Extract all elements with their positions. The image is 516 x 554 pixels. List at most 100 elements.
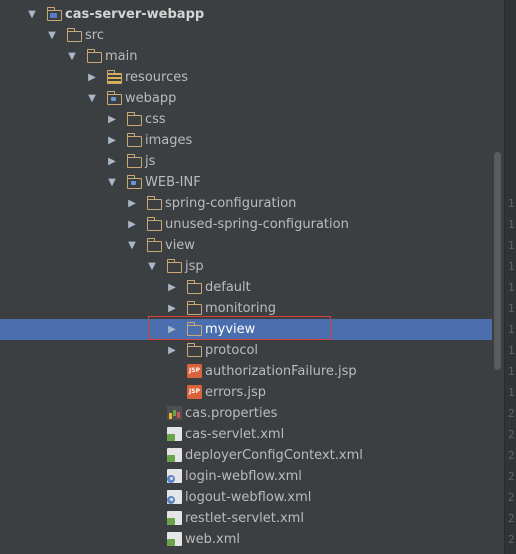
line-number: 2 <box>508 470 515 483</box>
folder-icon <box>126 154 142 168</box>
spring-xml-icon <box>167 448 182 462</box>
line-number: 1 <box>508 386 515 399</box>
tree-item-label: login-webflow.xml <box>185 469 302 484</box>
tree-item[interactable]: deployerConfigContext.xml <box>0 445 492 466</box>
tree-item-label: src <box>85 28 104 43</box>
tree-item[interactable]: ▼ src <box>0 25 492 46</box>
line-number: 1 <box>508 281 515 294</box>
tree-item[interactable]: ▼ view <box>0 235 492 256</box>
tree-item[interactable]: login-webflow.xml <box>0 466 492 487</box>
web-folder-icon <box>106 91 122 105</box>
tree-item[interactable]: ▼ WEB-INF <box>0 172 492 193</box>
folder-icon <box>146 217 162 231</box>
tree-item-label: web.xml <box>185 532 240 547</box>
line-number: 2 <box>508 491 515 504</box>
folder-icon <box>166 259 182 273</box>
line-number: 1 <box>508 197 515 210</box>
tree-item[interactable]: cas-servlet.xml <box>0 424 492 445</box>
tree-item-label: errors.jsp <box>205 385 267 400</box>
tree-item[interactable]: ▶ spring-configuration <box>0 193 492 214</box>
line-number: 1 <box>508 344 515 357</box>
tree-item[interactable]: ▼ main <box>0 46 492 67</box>
line-number: 1 <box>508 218 515 231</box>
expanded-arrow-icon[interactable]: ▼ <box>86 88 98 109</box>
collapsed-arrow-icon[interactable]: ▶ <box>106 130 118 151</box>
line-number <box>508 151 516 172</box>
expanded-arrow-icon[interactable]: ▼ <box>66 46 78 67</box>
expanded-arrow-icon[interactable]: ▼ <box>146 256 158 277</box>
collapsed-arrow-icon[interactable]: ▶ <box>166 340 178 361</box>
tree-item[interactable]: cas.properties <box>0 403 492 424</box>
tree-item[interactable]: restlet-servlet.xml <box>0 508 492 529</box>
line-number: 2 <box>508 428 515 441</box>
folder-icon <box>126 133 142 147</box>
expanded-arrow-icon[interactable]: ▼ <box>106 172 118 193</box>
tree-item-label: js <box>145 154 156 169</box>
line-number <box>508 172 516 193</box>
line-number <box>508 4 516 25</box>
line-number <box>508 109 516 130</box>
collapsed-arrow-icon[interactable]: ▶ <box>106 151 118 172</box>
folder-icon <box>146 238 162 252</box>
scrollbar-thumb[interactable] <box>494 152 501 370</box>
expanded-arrow-icon[interactable]: ▼ <box>126 235 138 256</box>
tree-item[interactable]: ▶ js <box>0 151 492 172</box>
line-number <box>508 130 516 151</box>
folder-icon <box>126 112 142 126</box>
expanded-arrow-icon[interactable]: ▼ <box>46 25 58 46</box>
tree-item-label: restlet-servlet.xml <box>185 511 304 526</box>
webflow-xml-icon <box>167 490 182 504</box>
line-number: 1 <box>508 323 515 336</box>
line-number: 2 <box>508 407 515 420</box>
folder-icon <box>186 343 202 357</box>
tree-item-label: default <box>205 280 251 295</box>
resources-folder-icon <box>106 70 122 84</box>
tree-item[interactable]: JSP authorizationFailure.jsp <box>0 361 492 382</box>
folder-icon <box>146 196 162 210</box>
tree-item[interactable]: ▶ protocol <box>0 340 492 361</box>
collapsed-arrow-icon[interactable]: ▶ <box>106 109 118 130</box>
collapsed-arrow-icon[interactable]: ▶ <box>166 277 178 298</box>
collapsed-arrow-icon[interactable]: ▶ <box>126 193 138 214</box>
tree-item[interactable]: ▼ webapp <box>0 88 492 109</box>
folder-icon <box>186 280 202 294</box>
collapsed-arrow-icon[interactable]: ▶ <box>86 67 98 88</box>
spring-xml-icon <box>167 532 182 546</box>
tree-item[interactable]: ▶ images <box>0 130 492 151</box>
tree-item[interactable]: ▼ cas-server-webapp <box>0 4 492 25</box>
folder-icon <box>66 28 82 42</box>
tree-item[interactable]: ▶ default <box>0 277 492 298</box>
editor-line-number-gutter: 1 1 1 1 1 1 1 1 1 1 2 2 2 2 2 2 2 <box>504 0 516 554</box>
line-number: 1 <box>508 239 515 252</box>
tree-item[interactable]: ▼ jsp <box>0 256 492 277</box>
folder-icon <box>186 301 202 315</box>
tree-item-label: unused-spring-configuration <box>165 217 349 232</box>
tree-item[interactable]: JSP errors.jsp <box>0 382 492 403</box>
tree-item-label: webapp <box>125 91 177 106</box>
tree-item[interactable]: ▶ css <box>0 109 492 130</box>
line-number: 2 <box>508 449 515 462</box>
tree-item-label: spring-configuration <box>165 196 297 211</box>
tree-item[interactable]: logout-webflow.xml <box>0 487 492 508</box>
jsp-file-icon: JSP <box>187 385 202 399</box>
project-tree[interactable]: ▼ cas-server-webapp ▼ src ▼ main ▶ resources ▼ we… <box>0 0 492 554</box>
line-number: 1 <box>508 260 515 273</box>
spring-xml-icon <box>167 511 182 525</box>
tree-item[interactable]: ▶ resources <box>0 67 492 88</box>
tree-item-label: deployerConfigContext.xml <box>185 448 363 463</box>
collapsed-arrow-icon[interactable]: ▶ <box>126 214 138 235</box>
module-folder-icon <box>46 7 62 21</box>
tree-item[interactable]: web.xml <box>0 529 492 550</box>
tree-item[interactable]: ▶ unused-spring-configuration <box>0 214 492 235</box>
tree-item-label: authorizationFailure.jsp <box>205 364 357 379</box>
expanded-arrow-icon[interactable]: ▼ <box>26 4 38 25</box>
tree-item-label: cas-server-webapp <box>65 7 205 22</box>
